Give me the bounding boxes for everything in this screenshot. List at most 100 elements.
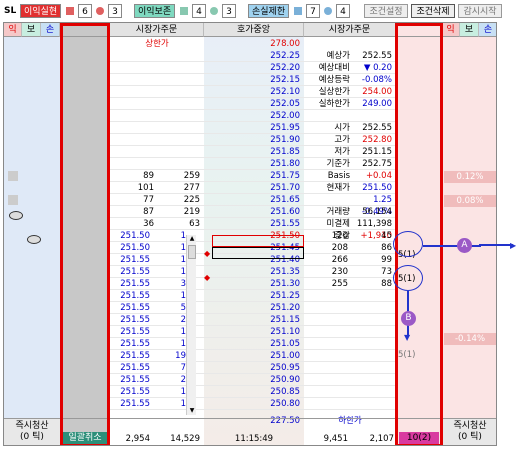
callout-arrow-a (479, 244, 513, 246)
order-price-cell[interactable]: 251.55 (110, 350, 150, 362)
ask-count-cell: 89 (143, 171, 154, 181)
info-label: 저가 (334, 147, 350, 157)
info-label: 실하한가 (318, 99, 350, 109)
upper-limit-price[interactable]: 278.00 (204, 38, 300, 50)
order-qty-cell[interactable]: 1 (150, 290, 186, 302)
order-book-panel: 익 보 손 시장가주문 호가중앙 시장가주문 익 보 손 상한가 278.00 … (3, 22, 497, 446)
square-icon (294, 7, 302, 15)
current-price-box (212, 235, 304, 247)
order-price-cell[interactable]: 251.55 (110, 374, 150, 386)
order-qty-cell[interactable]: 5 (150, 302, 186, 314)
info-value: 249.00 (362, 99, 392, 109)
info-label: 현재가 (326, 183, 350, 193)
order-qty-cell[interactable]: 1 (150, 242, 186, 254)
profit-tag[interactable]: 이익실현 (20, 4, 62, 18)
scroll-down-icon[interactable]: ▼ (187, 407, 197, 415)
clear-right-button[interactable]: 즉시청산 (0 틱) (442, 419, 496, 445)
order-price-cell[interactable]: 251.55 (110, 302, 150, 314)
info-label: 예상가 (326, 51, 350, 61)
info-value: 56,154 (362, 207, 392, 217)
ask-count-cell: 87 (143, 207, 154, 217)
order-price-cell[interactable]: 251.55 (110, 338, 150, 350)
breakeven-count-input[interactable]: 3 (222, 4, 236, 18)
lower-limit-price[interactable]: 227.50 (204, 415, 300, 427)
callout-line-a (423, 245, 481, 247)
ask-qty-cell: 63 (189, 219, 200, 229)
order-price-cell[interactable]: 251.50 (110, 242, 150, 254)
order-price-cell[interactable]: 251.50 (110, 230, 150, 242)
right-header-profit: 익 (442, 23, 460, 37)
order-price-cell[interactable]: 251.55 (110, 398, 150, 410)
clear-left-button[interactable]: 즉시청산 (0 틱) (4, 419, 60, 445)
ask-qty-cell: 277 (183, 183, 200, 193)
scroll-up-icon[interactable]: ▲ (187, 235, 197, 243)
bid-count-cell: 45 (381, 231, 392, 241)
stop-marker-oval[interactable] (9, 211, 23, 220)
condition-set-button[interactable]: 조건설정 (364, 4, 408, 18)
left-header-breakeven: 보 (22, 23, 41, 37)
order-qty-cell[interactable]: 1 (150, 254, 186, 266)
order-qty-cell[interactable]: 1 (150, 230, 186, 242)
order-price-cell[interactable]: 251.55 (110, 314, 150, 326)
breakeven-tag[interactable]: 이익보존 (134, 4, 176, 18)
total-qty: 14,529 (170, 434, 200, 444)
order-qty-cell[interactable]: 1 (150, 386, 186, 398)
loss-tick-input[interactable]: 7 (306, 4, 320, 18)
order-qty-cell[interactable]: 19 (150, 350, 186, 362)
right-condition-column[interactable] (442, 23, 496, 445)
info-label: 거래량 (326, 207, 350, 217)
order-qty-cell[interactable]: 1 (150, 266, 186, 278)
circle-icon (324, 7, 332, 15)
order-price-cell[interactable]: 251.55 (110, 254, 150, 266)
upper-limit-label: 상한가 (145, 39, 169, 49)
info-label: 예상대비 (318, 63, 350, 73)
bid-count-cell: 86 (381, 243, 392, 253)
scroll-thumb[interactable] (188, 245, 196, 259)
center-header[interactable]: 호가중앙 (204, 23, 304, 37)
breakeven-tick-input[interactable]: 4 (192, 4, 206, 18)
order-qty-cell[interactable]: 2 (150, 314, 186, 326)
order-price-cell[interactable]: 251.55 (110, 266, 150, 278)
order-price-cell[interactable]: 251.55 (110, 278, 150, 290)
order-qty-cell[interactable]: 1 (150, 326, 186, 338)
market-order-right-header[interactable]: 시장가주문 (304, 23, 396, 37)
info-label: 예상등락 (318, 75, 350, 85)
order-diamond-icon: ◆ (204, 273, 211, 282)
loss-count-input[interactable]: 4 (336, 4, 350, 18)
order-list-scrollbar[interactable]: ▲ ▼ (186, 235, 196, 415)
order-qty-cell[interactable]: 1 (150, 338, 186, 350)
order-price-cell[interactable]: 251.55 (110, 362, 150, 374)
info-label (304, 194, 350, 206)
callout-circle-b (393, 265, 423, 291)
order-price-cell[interactable]: 251.55 (110, 326, 150, 338)
info-value: 254.00 (362, 87, 392, 97)
left-header-loss: 손 (41, 23, 60, 37)
ask-qty-cell: 219 (183, 207, 200, 217)
condition-delete-button[interactable]: 조건삭제 (411, 4, 455, 18)
square-icon (66, 7, 74, 15)
pct-marker: 0.12% (444, 171, 496, 183)
order-qty-cell[interactable]: 2 (150, 374, 186, 386)
stop-marker-oval[interactable] (27, 235, 41, 244)
circle-icon (210, 7, 218, 15)
bid-total-qty: 9,451 (323, 434, 348, 444)
bid-qty-cell: 255 (331, 279, 348, 289)
monitor-start-button[interactable]: 감시시작 (458, 4, 502, 18)
market-order-left-header[interactable]: 시장가주문 (110, 23, 204, 37)
order-price-cell[interactable]: 251.55 (110, 290, 150, 302)
order-diamond-icon: ◆ (204, 249, 211, 258)
profit-tick-input[interactable]: 6 (78, 4, 92, 18)
loss-tag[interactable]: 손실제한 (248, 4, 290, 18)
info-label: 고가 (334, 135, 350, 145)
sl-label: SL (4, 6, 17, 16)
ask-qty-cell: 225 (183, 195, 200, 205)
info-value: 111,398 (356, 219, 392, 229)
order-qty-cell[interactable]: 7 (150, 362, 186, 374)
order-price-cell[interactable]: 251.55 (110, 386, 150, 398)
profit-count-input[interactable]: 3 (108, 4, 122, 18)
order-qty-cell[interactable]: 1 (150, 398, 186, 410)
info-value: 251.15 (362, 147, 392, 157)
pct-marker: 0.08% (444, 195, 496, 207)
order-qty-cell[interactable]: 3 (150, 278, 186, 290)
right-header-loss: 손 (479, 23, 496, 37)
